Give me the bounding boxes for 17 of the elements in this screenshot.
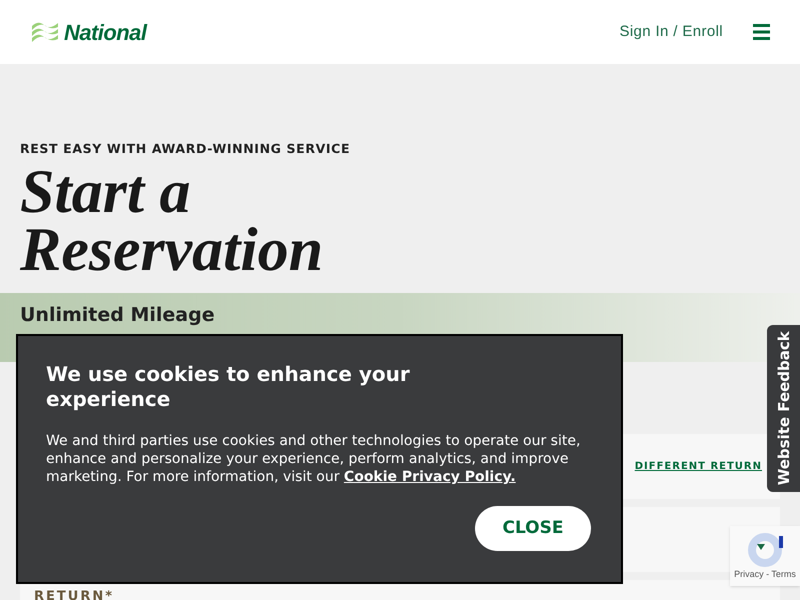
promo-title: Unlimited Mileage bbox=[20, 302, 215, 328]
cookie-policy-link[interactable]: Cookie Privacy Policy. bbox=[344, 469, 516, 485]
different-return-link[interactable]: DIFFERENT RETURN bbox=[634, 458, 762, 474]
menu-icon[interactable] bbox=[753, 24, 770, 40]
logo[interactable]: National bbox=[64, 16, 146, 48]
feedback-tab[interactable]: Website Feedback bbox=[767, 325, 800, 492]
eyebrow-text: REST EASY WITH AWARD-WINNING SERVICE bbox=[20, 140, 352, 158]
cookie-text: We and third parties use cookies and other technologies to operate our site, enhance and personalize your experience, perform analytics, and improve marketing. For more information, visit our Cookie Privacy Policy. bbox=[46, 432, 582, 486]
page-title: Start a bbox=[20, 162, 191, 221]
close-button[interactable]: CLOSE bbox=[475, 506, 591, 551]
return-label: RETURN* bbox=[34, 588, 114, 600]
privacy-terms-text[interactable]: Privacy - Terms bbox=[734, 568, 796, 582]
cookie-title: We use cookies to enhance your experience bbox=[46, 362, 411, 412]
sign-in-link[interactable]: Sign In / Enroll bbox=[619, 20, 723, 44]
logo-icon bbox=[30, 20, 60, 44]
recaptcha-icon bbox=[747, 532, 783, 568]
page-title: Reservation bbox=[20, 220, 324, 279]
